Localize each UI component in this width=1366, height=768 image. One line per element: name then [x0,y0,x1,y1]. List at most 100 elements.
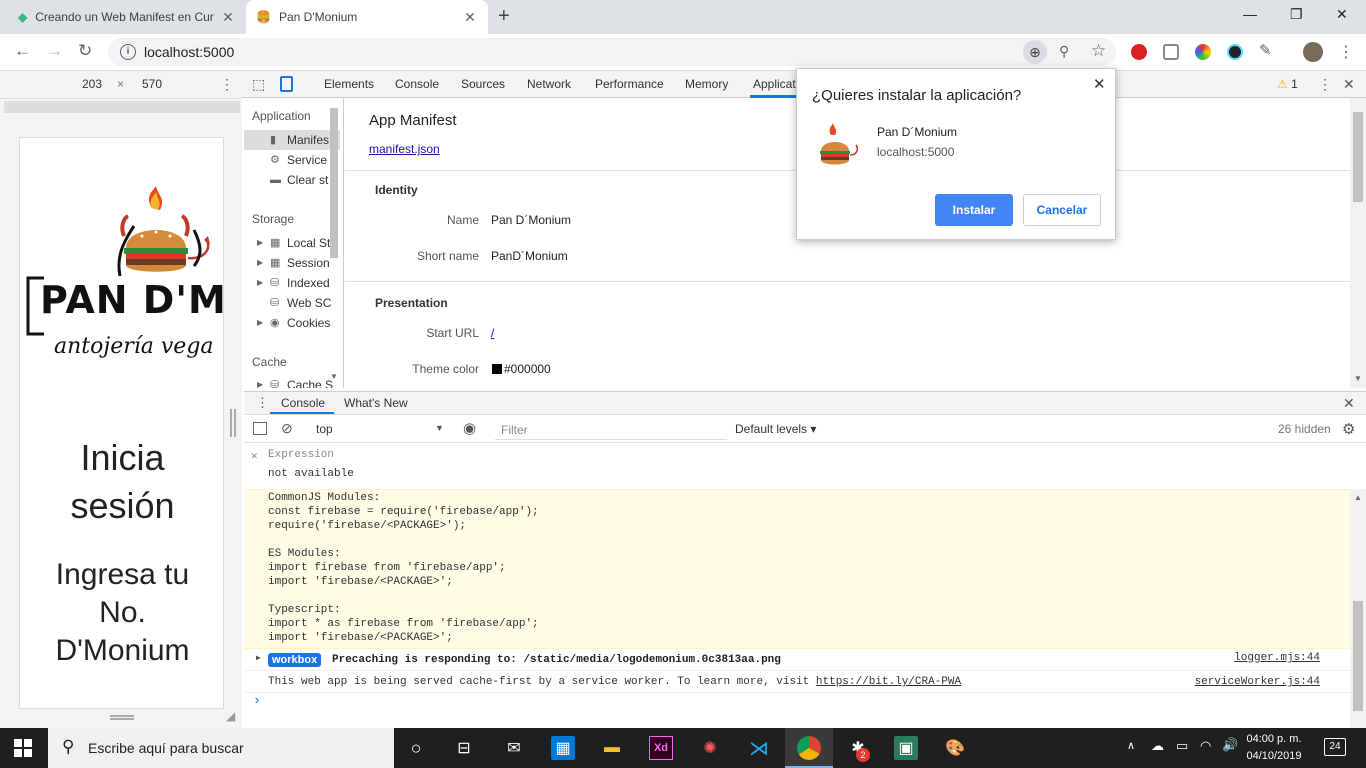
tab-creando-manifest[interactable]: ◆ Creando un Web Manifest en Cur ✕ [8,0,246,34]
sidebar-toggle-icon[interactable] [253,422,267,435]
tab-elements[interactable]: Elements [324,77,374,91]
eyedropper-icon[interactable]: ✎ [1259,41,1272,59]
address-bar[interactable]: i localhost:5000 [108,38,1116,66]
install-button[interactable]: Instalar [935,194,1013,226]
sidebar-item-cookies[interactable]: ▶ ◉ Cookies [244,313,340,333]
sw-source-link[interactable]: serviceWorker.js:44 [1195,676,1320,688]
maximize-icon[interactable]: ❐ [1290,6,1303,23]
close-devtools-icon[interactable]: ✕ [1343,76,1355,93]
trello-icon[interactable]: ▦ [551,736,575,760]
dialog-close-icon[interactable]: ✕ [1093,75,1106,93]
taskbar-search[interactable]: ⚲ Escribe aquí para buscar [48,728,394,768]
action-center-icon[interactable]: 24 [1324,738,1346,756]
file-explorer-icon[interactable]: ▬ [600,736,624,760]
close-drawer-icon[interactable]: ✕ [1343,395,1355,412]
sidebar-header-storage: Storage [252,212,295,226]
context-select[interactable]: top [316,422,333,436]
sidebar-item-web-sql[interactable]: ⛁ Web SC [244,293,340,313]
paint-icon[interactable]: 🎨 [943,736,967,760]
sidebar-item-clear-storage[interactable]: ▬ Clear st [244,170,340,190]
task-view-icon[interactable]: ⊟ [452,736,476,760]
minimize-icon[interactable]: — [1243,6,1257,22]
clear-console-icon[interactable]: ⊘ [281,420,293,437]
sidebar-item-manifest[interactable]: ▮ Manifes [244,130,340,150]
scroll-down-icon[interactable]: ▼ [330,372,338,381]
scroll-up-icon[interactable]: ▲ [1354,493,1362,502]
tab-application[interactable]: Applicat [753,77,796,91]
avatar[interactable] [1303,42,1323,62]
new-tab-icon[interactable]: + [498,5,510,28]
inspect-element-icon[interactable]: ⬚ [252,76,265,93]
menu-kebab-icon[interactable]: ⋮ [1338,42,1354,62]
back-icon[interactable]: ← [14,41,31,61]
sidebar-item-cache-storage[interactable]: ▶ ⛁ Cache S [244,375,340,388]
tab-memory[interactable]: Memory [685,77,728,91]
tab-network[interactable]: Network [527,77,571,91]
show-hidden-icons-icon[interactable]: ∧ [1127,739,1135,752]
adobe-xd-icon[interactable]: Xd [649,736,673,760]
sw-docs-link[interactable]: https://bit.ly/CRA-PWA [816,676,961,688]
remove-expression-icon[interactable]: ✕ [251,449,258,463]
devtools-menu-icon[interactable]: ⋮ [1318,76,1332,93]
console-settings-gear-icon[interactable]: ⚙ [1342,420,1355,438]
device-menu-icon[interactable]: ⋮ [220,76,234,93]
close-tab-icon[interactable]: ✕ [462,9,478,26]
device-height-input[interactable]: 570 [132,77,172,91]
console-prompt[interactable]: › [253,693,261,708]
app-icon[interactable]: ✺ [698,736,722,760]
drawer-menu-icon[interactable]: ⋮ [256,395,269,411]
side-resize-handle-icon[interactable] [230,409,236,437]
bookmark-star-icon[interactable]: ☆ [1091,41,1106,61]
forward-icon[interactable]: → [46,41,63,61]
battery-icon[interactable]: ▭ [1176,738,1188,754]
color-extension-icon[interactable] [1195,44,1211,60]
wifi-icon[interactable]: ◠ [1200,738,1211,754]
console-scrollbar-thumb[interactable] [1353,601,1363,711]
onedrive-icon[interactable]: ☁ [1151,738,1164,754]
device-width-input[interactable]: 203 [72,77,112,91]
cortana-icon[interactable]: ○ [404,736,428,760]
tab-pan-dmonium[interactable]: 🍔 Pan D'Monium ✕ [246,0,488,34]
sidebar-item-indexeddb[interactable]: ▶ ⛁ Indexed [244,273,340,293]
install-app-icon[interactable]: ⊕ [1023,40,1047,64]
resize-corner-icon[interactable]: ◢ [226,709,235,723]
warning-counter[interactable]: ⚠ 1 [1277,77,1298,91]
system-clock[interactable]: 04:00 p. m. 04/10/2019 [1236,731,1312,765]
workbox-source-link[interactable]: logger.mjs:44 [1234,652,1320,664]
vscode-icon[interactable]: ⋊ [747,736,771,760]
react-devtools-icon[interactable] [1227,44,1243,60]
sidebar-item-local-storage[interactable]: ▶ ▦ Local St [244,233,340,253]
log-levels-dropdown[interactable]: Default levels ▾ [735,422,816,436]
chevron-down-icon[interactable]: ▼ [435,423,444,433]
tab-performance[interactable]: Performance [595,77,664,91]
console-row-workbox[interactable]: ▶ workbox Precaching is responding to: /… [244,649,1350,671]
sidebar-item-session-storage[interactable]: ▶ ▦ Session [244,253,340,273]
opera-extension-icon[interactable] [1131,44,1147,60]
scroll-down-icon[interactable]: ▼ [1354,374,1362,383]
tab-sources[interactable]: Sources [461,77,505,91]
info-icon[interactable]: i [120,44,136,60]
expression-label[interactable]: Expression [268,449,334,461]
start-url-value[interactable]: / [491,326,494,340]
device-toggle-icon[interactable] [280,76,293,92]
zoom-icon[interactable]: ⚲ [1059,43,1069,60]
sidebar-scrollbar[interactable] [330,108,338,258]
live-expression-eye-icon[interactable]: ◉ [463,419,476,437]
windows-start-icon[interactable] [14,739,32,757]
drawer-tab-whats-new[interactable]: What's New [344,396,408,410]
drawer-tab-console[interactable]: Console [281,396,325,410]
sidebar-item-service-workers[interactable]: ⚙ Service [244,150,340,170]
mail-icon[interactable]: ✉ [502,736,526,760]
manifest-link[interactable]: manifest.json [369,142,440,156]
tab-console[interactable]: Console [395,77,439,91]
resize-handle-icon[interactable] [110,715,134,720]
manifest-scrollbar-thumb[interactable] [1353,112,1363,202]
reload-icon[interactable]: ↻ [78,41,92,61]
pocket-extension-icon[interactable] [1163,44,1179,60]
app-icon[interactable]: ▣ [894,736,918,760]
cancel-button[interactable]: Cancelar [1023,194,1101,226]
close-tab-icon[interactable]: ✕ [220,9,236,26]
expand-icon[interactable]: ▶ [256,653,261,663]
close-window-icon[interactable]: ✕ [1336,6,1348,23]
filter-input[interactable]: Filter [495,419,727,440]
